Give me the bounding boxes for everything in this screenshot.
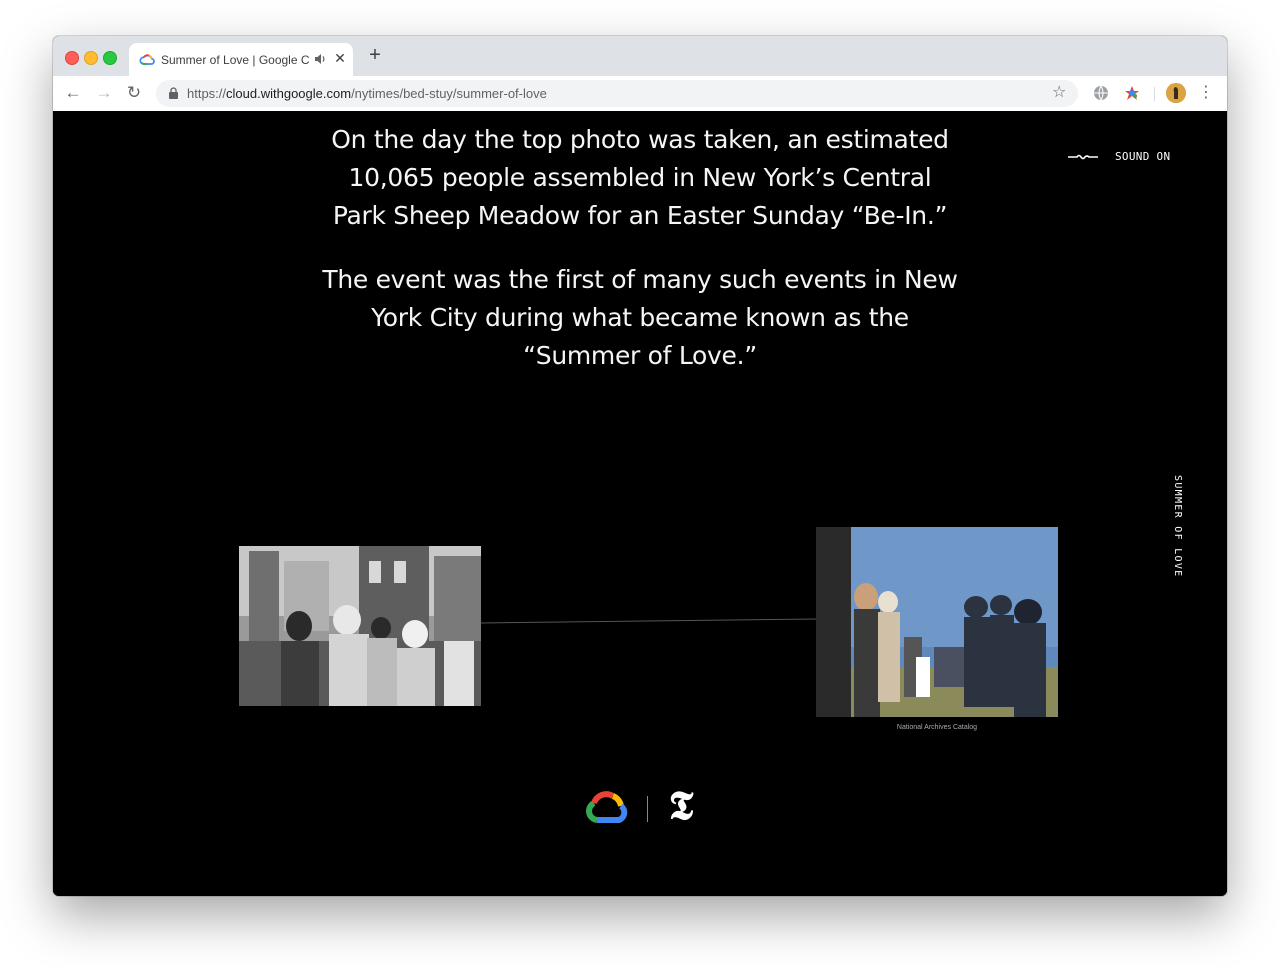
bw-street-photo-image bbox=[239, 546, 481, 706]
toolbar-divider bbox=[1154, 87, 1155, 101]
sound-wave-icon bbox=[1068, 154, 1098, 160]
browser-window: Summer of Love | Google C ✕ + ← → ↻ http… bbox=[53, 36, 1227, 896]
partner-logos: 𝕿 bbox=[583, 784, 703, 830]
archival-photo-protest-soldiers bbox=[816, 527, 1058, 717]
photo-connector-line bbox=[481, 618, 816, 624]
tab-title: Summer of Love | Google C bbox=[161, 53, 309, 67]
reload-icon[interactable]: ↻ bbox=[125, 84, 143, 102]
back-arrow-icon[interactable]: ← bbox=[64, 84, 82, 102]
profile-avatar[interactable] bbox=[1166, 83, 1186, 103]
color-extension-icon[interactable] bbox=[1123, 84, 1141, 102]
lock-icon bbox=[169, 87, 178, 99]
vertical-section-label: SUMMER OF LOVE bbox=[1172, 475, 1183, 578]
tab-strip: Summer of Love | Google C ✕ + bbox=[53, 36, 1227, 76]
page-content: On the day the top photo was taken, an e… bbox=[53, 111, 1227, 896]
url-text[interactable]: https://cloud.withgoogle.com/nytimes/bed… bbox=[187, 86, 547, 101]
color-protest-photo-image bbox=[816, 527, 1058, 717]
maximize-window-button[interactable] bbox=[103, 51, 117, 65]
address-bar[interactable]: https://cloud.withgoogle.com/nytimes/bed… bbox=[156, 80, 1078, 107]
close-window-button[interactable] bbox=[65, 51, 79, 65]
google-cloud-favicon-icon bbox=[139, 54, 155, 65]
google-cloud-logo-icon[interactable] bbox=[583, 790, 631, 826]
tab-close-icon[interactable]: ✕ bbox=[333, 51, 347, 65]
archival-photo-women-street bbox=[239, 546, 481, 706]
browser-menu-icon[interactable]: ⋮ bbox=[1198, 83, 1214, 103]
sound-toggle-label: SOUND ON bbox=[1115, 150, 1171, 163]
minimize-window-button[interactable] bbox=[84, 51, 98, 65]
browser-toolbar: ← → ↻ https://cloud.withgoogle.com/nytim… bbox=[53, 76, 1227, 112]
new-tab-button[interactable]: + bbox=[366, 45, 384, 65]
forward-arrow-icon[interactable]: → bbox=[95, 84, 113, 102]
nyt-logo-icon[interactable]: 𝕿 bbox=[663, 784, 699, 828]
photo-caption: National Archives Catalog bbox=[896, 724, 978, 731]
logo-divider bbox=[647, 796, 648, 822]
url-scheme: https:// bbox=[187, 86, 227, 101]
avatar-image-icon bbox=[1166, 83, 1186, 103]
url-host: cloud.withgoogle.com bbox=[226, 86, 352, 101]
browser-tab-active[interactable]: Summer of Love | Google C ✕ bbox=[129, 43, 353, 76]
bookmark-star-icon[interactable]: ☆ bbox=[1052, 85, 1068, 101]
speaker-audio-icon[interactable] bbox=[313, 52, 327, 66]
url-path: /nytimes/bed-stuy/summer-of-love bbox=[351, 86, 547, 101]
globe-extension-icon[interactable] bbox=[1092, 84, 1110, 102]
